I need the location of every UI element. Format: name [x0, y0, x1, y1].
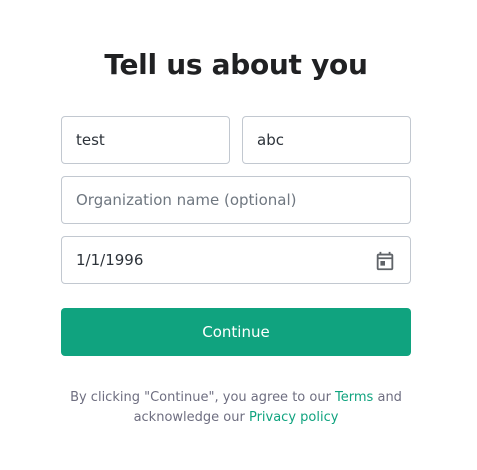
last-name-field-container — [242, 116, 411, 164]
organization-field-container — [61, 176, 411, 224]
legal-prefix: By clicking "Continue", you agree to our — [70, 390, 336, 405]
page-title: Tell us about you — [104, 48, 368, 81]
legal-notice: By clicking "Continue", you agree to our… — [40, 388, 432, 428]
privacy-policy-link[interactable]: Privacy policy — [249, 410, 338, 425]
organization-name-input[interactable] — [62, 177, 410, 223]
first-name-field-container — [61, 116, 230, 164]
birthday-field-container — [61, 236, 411, 284]
birthday-input[interactable] — [62, 237, 410, 283]
terms-link[interactable]: Terms — [335, 390, 373, 405]
first-name-input[interactable] — [62, 117, 229, 163]
last-name-input[interactable] — [243, 117, 410, 163]
continue-button[interactable]: Continue — [61, 308, 411, 356]
calendar-icon[interactable] — [374, 250, 396, 272]
